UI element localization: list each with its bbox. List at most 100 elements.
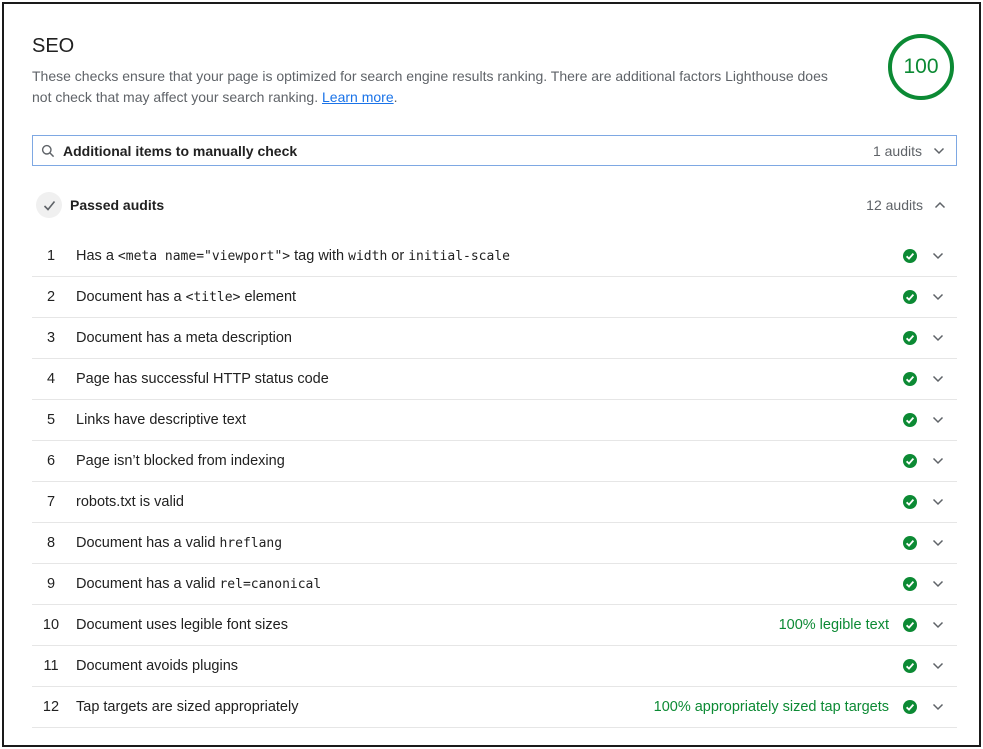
passed-audits-title: Passed audits <box>70 197 165 213</box>
audit-title: Has a <meta name="viewport"> tag with wi… <box>76 248 901 264</box>
audit-code-fragment: rel=canonical <box>219 577 322 592</box>
passed-audits-count: 12 audits <box>866 197 923 213</box>
audit-title: Document has a valid rel=canonical <box>76 576 901 592</box>
audit-row[interactable]: 3 Document has a meta description <box>32 318 957 359</box>
audit-row[interactable]: 7 robots.txt is valid <box>32 482 957 523</box>
audit-title: Page isn’t blocked from indexing <box>76 453 901 469</box>
audit-number: 1 <box>46 248 56 264</box>
pass-check-icon <box>901 618 919 632</box>
audit-code-fragment: width <box>348 249 388 264</box>
audit-number: 9 <box>46 576 56 592</box>
audit-title: Document has a meta description <box>76 330 901 346</box>
audit-text-fragment: Document has a valid <box>76 535 220 551</box>
audit-number: 4 <box>46 371 56 387</box>
pass-check-icon <box>901 249 919 263</box>
pass-check-icon <box>901 331 919 345</box>
audit-row[interactable]: 9 Document has a valid rel=canonical <box>32 564 957 605</box>
chevron-up-icon[interactable] <box>923 201 957 209</box>
chevron-down-icon[interactable] <box>919 539 957 547</box>
audit-text-fragment: Document has a <box>76 289 186 305</box>
audit-list: 1 Has a <meta name="viewport"> tag with w… <box>32 236 957 728</box>
audit-number: 3 <box>46 330 56 346</box>
pass-check-icon <box>901 290 919 304</box>
audit-row[interactable]: 2 Document has a <title> element <box>32 277 957 318</box>
audit-display-value: 100% appropriately sized tap targets <box>653 699 889 715</box>
audit-text-fragment: Has a <box>76 248 118 264</box>
pass-check-icon <box>901 454 919 468</box>
score-gauge: 100 <box>888 34 954 100</box>
audit-text-fragment: element <box>240 289 297 305</box>
manual-checks-count: 1 audits <box>872 142 922 159</box>
seo-header: SEO These checks ensure that your page i… <box>32 34 832 108</box>
audit-text-fragment: robots.txt is valid <box>76 494 184 510</box>
chevron-down-icon[interactable] <box>919 375 957 383</box>
chevron-down-icon[interactable] <box>919 416 957 424</box>
section-description: These checks ensure that your page is op… <box>32 66 832 108</box>
audit-number: 8 <box>46 535 56 551</box>
audit-row[interactable]: 5 Links have descriptive text <box>32 400 957 441</box>
search-icon <box>33 144 63 158</box>
chevron-down-icon[interactable] <box>919 621 957 629</box>
audit-text-fragment: Tap targets are sized appropriately <box>76 699 299 715</box>
pass-check-icon <box>901 577 919 591</box>
audit-title: Document has a <title> element <box>76 289 901 305</box>
chevron-down-icon[interactable] <box>919 662 957 670</box>
checkmark-icon <box>36 192 62 218</box>
audit-text-fragment: tag with <box>290 248 349 264</box>
audit-text-fragment: or <box>387 248 409 264</box>
pass-check-icon <box>901 659 919 673</box>
audit-row[interactable]: 4 Page has successful HTTP status code <box>32 359 957 400</box>
chevron-down-icon[interactable] <box>919 703 957 711</box>
audit-text-fragment: Document uses legible font sizes <box>76 617 288 633</box>
audit-title: Document has a valid hreflang <box>76 535 901 551</box>
pass-check-icon <box>901 700 919 714</box>
audit-code-fragment: hreflang <box>219 536 283 551</box>
pass-check-icon <box>901 495 919 509</box>
audit-code-fragment: <title> <box>185 290 241 305</box>
score-value: 100 <box>903 55 939 78</box>
manual-checks-title: Additional items to manually check <box>63 142 298 159</box>
chevron-down-icon[interactable] <box>922 147 956 155</box>
pass-check-icon <box>901 372 919 386</box>
audit-row[interactable]: 12 Tap targets are sized appropriately 100… <box>32 687 957 728</box>
audit-title: robots.txt is valid <box>76 494 901 510</box>
description-period: . <box>393 89 398 105</box>
chevron-down-icon[interactable] <box>919 293 957 301</box>
audit-code-fragment: <meta name="viewport"> <box>117 249 291 264</box>
audit-row[interactable]: 10 Document uses legible font sizes 100% l… <box>32 605 957 646</box>
audit-row[interactable]: 8 Document has a valid hreflang <box>32 523 957 564</box>
audit-number: 11 <box>43 658 59 674</box>
audit-code-fragment: initial-scale <box>408 249 510 264</box>
audit-text-fragment: Page isn’t blocked from indexing <box>76 453 285 469</box>
chevron-down-icon[interactable] <box>919 252 957 260</box>
chevron-down-icon[interactable] <box>919 580 957 588</box>
pass-check-icon <box>901 536 919 550</box>
passed-audits-group[interactable]: Passed audits 12 audits <box>32 190 957 220</box>
audit-number: 10 <box>42 617 60 633</box>
pass-check-icon <box>901 413 919 427</box>
manual-checks-group[interactable]: Additional items to manually check 1 aud… <box>32 135 957 166</box>
audit-row[interactable]: 6 Page isn’t blocked from indexing <box>32 441 957 482</box>
audit-number: 2 <box>46 289 56 305</box>
audit-number: 12 <box>42 699 60 715</box>
audit-title: Document uses legible font sizes <box>76 617 779 633</box>
audit-title: Document avoids plugins <box>76 658 901 674</box>
audit-text-fragment: Page has successful HTTP status code <box>76 371 329 387</box>
chevron-down-icon[interactable] <box>919 498 957 506</box>
audit-title: Tap targets are sized appropriately <box>76 699 654 715</box>
chevron-down-icon[interactable] <box>919 334 957 342</box>
audit-text-fragment: Document has a valid <box>76 576 220 592</box>
audit-number: 7 <box>46 494 56 510</box>
description-text: These checks ensure that your page is op… <box>32 68 828 105</box>
audit-title: Links have descriptive text <box>76 412 901 428</box>
audit-row[interactable]: 1 Has a <meta name="viewport"> tag with w… <box>32 236 957 277</box>
audit-title: Page has successful HTTP status code <box>76 371 901 387</box>
audit-display-value: 100% legible text <box>778 617 889 633</box>
audit-number: 5 <box>46 412 56 428</box>
audit-row[interactable]: 11 Document avoids plugins <box>32 646 957 687</box>
audit-text-fragment: Document avoids plugins <box>76 658 239 674</box>
learn-more-link[interactable]: Learn more <box>322 89 394 105</box>
seo-panel: SEO These checks ensure that your page i… <box>2 2 981 747</box>
chevron-down-icon[interactable] <box>919 457 957 465</box>
page-title: SEO <box>32 35 75 57</box>
